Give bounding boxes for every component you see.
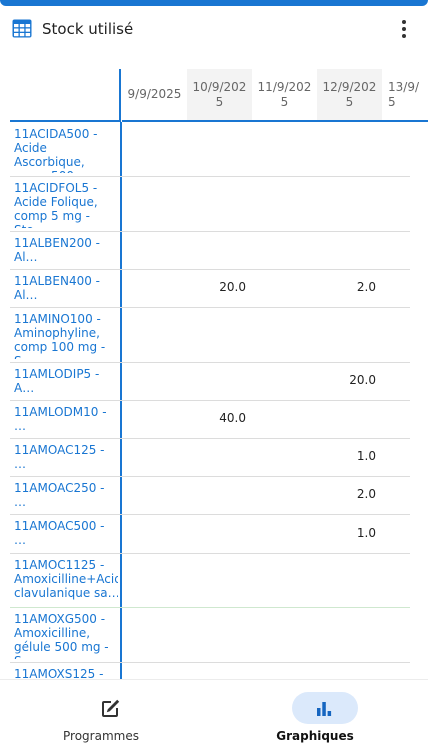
row-divider <box>10 269 410 270</box>
table-cell: 1.0 <box>356 526 376 540</box>
nav-graphiques[interactable]: Graphiques <box>214 680 428 749</box>
row-label[interactable]: 11AMOXS125 - … <box>14 667 118 679</box>
bar-chart-icon <box>317 702 332 716</box>
row-divider <box>10 307 410 308</box>
stock-table[interactable]: 9/9/2025 10/9/202 5 11/9/202 5 12/9/202 5 13… <box>0 69 428 679</box>
row-label[interactable]: 11AMLODM10 - … <box>14 405 118 435</box>
column-header: 11/9/202 5 <box>252 69 317 122</box>
row-label[interactable]: 11ACIDA500 - Acide Ascorbique, comp 500 … <box>14 127 118 173</box>
column-header: 10/9/202 5 <box>187 69 252 122</box>
row-label[interactable]: 11AMOXG500 - Amoxicilline, gélule 500 mg… <box>14 612 118 659</box>
table-cell: 2.0 <box>356 487 376 501</box>
nav-label: Graphiques <box>276 729 354 743</box>
row-divider <box>10 514 410 515</box>
row-label[interactable]: 11AMOAC250 - … <box>14 481 118 511</box>
table-cell: 20.0 <box>349 373 376 387</box>
row-label[interactable]: 11AMOAC125 - … <box>14 443 118 473</box>
page-title: Stock utilisé <box>42 20 134 38</box>
nav-programmes[interactable]: Programmes <box>0 680 214 749</box>
table-cell: 2.0 <box>356 280 376 294</box>
row-label[interactable]: 11AMLODIP5 - A… <box>14 367 118 397</box>
row-divider <box>10 607 410 608</box>
table-cell: 40.0 <box>219 411 246 425</box>
table-cell: 1.0 <box>356 449 376 463</box>
row-label[interactable]: 11ACIDFOL5 - Acide Folique, comp 5 mg - … <box>14 181 118 228</box>
nav-label: Programmes <box>63 729 139 743</box>
table-cell: 20.0 <box>219 280 246 294</box>
app-bar: Stock utilisé <box>0 6 428 50</box>
row-divider <box>10 553 410 554</box>
table-header-corner <box>10 69 121 122</box>
table-icon <box>12 19 32 38</box>
row-label[interactable]: 11AMOAC500 - … <box>14 519 118 550</box>
column-header: 9/9/2025 <box>122 69 187 122</box>
row-label[interactable]: 11AMOC1125 - Amoxicilline+Acide clavulan… <box>14 558 118 604</box>
row-divider <box>10 231 410 232</box>
row-label[interactable]: 11ALBEN200 - Al… <box>14 236 118 266</box>
more-options-icon[interactable] <box>392 17 416 41</box>
row-label[interactable]: 11AMINO100 - Aminophyline, comp 100 mg -… <box>14 312 118 359</box>
row-divider <box>10 176 410 177</box>
column-header: 13/9/ 5 <box>382 69 428 122</box>
row-divider <box>10 400 410 401</box>
column-header: 12/9/202 5 <box>317 69 382 122</box>
row-divider <box>10 662 410 663</box>
bottom-navigation: Programmes Graphiques <box>0 679 428 749</box>
row-divider <box>10 438 410 439</box>
row-label[interactable]: 11ALBEN400 - Al… <box>14 274 118 304</box>
edit-icon <box>102 699 120 717</box>
row-divider <box>10 476 410 477</box>
row-divider <box>10 362 410 363</box>
